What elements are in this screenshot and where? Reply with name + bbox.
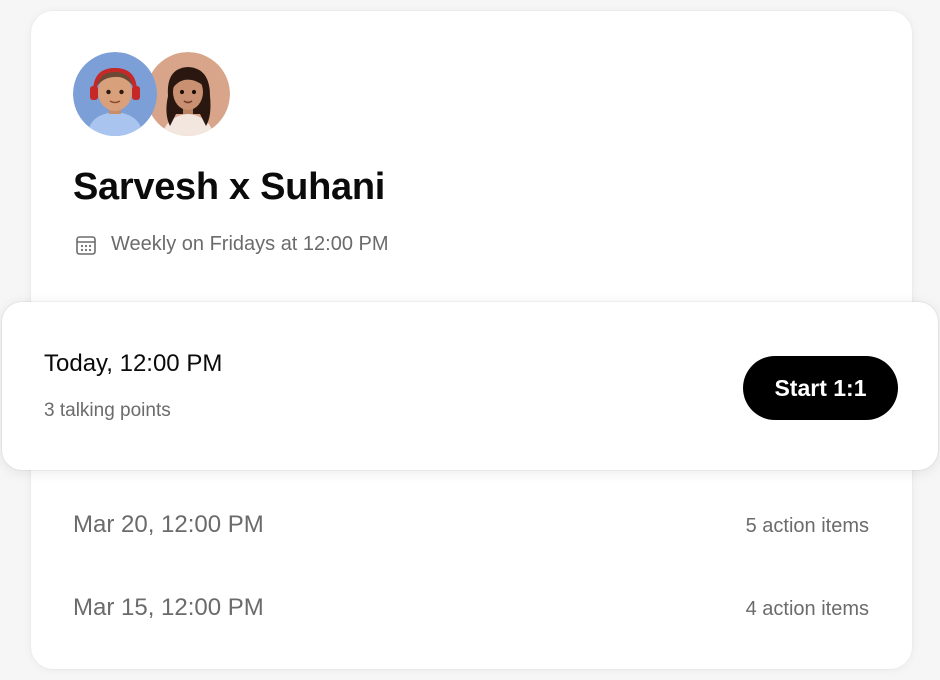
avatar-suhani <box>146 52 230 136</box>
action-items-count: 5 action items <box>745 515 869 537</box>
participant-avatars <box>73 52 233 138</box>
upcoming-meeting-card[interactable]: Today, 12:00 PM 3 talking points Start 1… <box>2 302 938 470</box>
meeting-schedule: Weekly on Fridays at 12:00 PM <box>75 233 389 256</box>
avatar-sarvesh <box>73 52 157 136</box>
past-meeting-row[interactable]: Mar 20, 12:00 PM 5 action items <box>73 511 869 539</box>
action-items-count: 4 action items <box>745 598 869 620</box>
calendar-icon <box>75 234 97 256</box>
start-one-on-one-button[interactable]: Start 1:1 <box>743 356 898 420</box>
upcoming-time: Today, 12:00 PM <box>44 350 223 377</box>
meeting-title: Sarvesh x Suhani <box>73 166 386 208</box>
schedule-text: Weekly on Fridays at 12:00 PM <box>111 233 389 255</box>
talking-points-count: 3 talking points <box>44 400 171 421</box>
past-meeting-date: Mar 15, 12:00 PM <box>73 594 264 621</box>
past-meeting-date: Mar 20, 12:00 PM <box>73 511 264 538</box>
past-meeting-row[interactable]: Mar 15, 12:00 PM 4 action items <box>73 594 869 622</box>
